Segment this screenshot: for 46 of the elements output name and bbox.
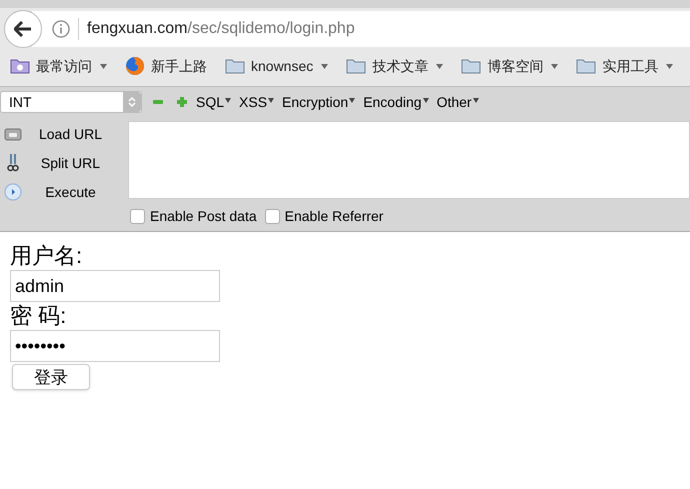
folder-icon [461,58,482,74]
url-textarea[interactable] [128,121,690,199]
bookmark-item[interactable]: knownsec [225,56,328,76]
info-icon [52,20,70,38]
drive-icon [4,126,22,142]
folder-icon [225,58,245,74]
password-label: 密 码: [10,302,66,330]
bookmark-item[interactable]: 实用工具 [576,56,674,76]
menu-button[interactable]: Encoding [363,92,429,112]
caret-icon [349,98,356,102]
type-select[interactable]: INT [0,91,142,113]
caret-icon [225,98,232,102]
back-button[interactable] [4,10,42,48]
caret-icon [422,98,429,102]
caret-icon [268,98,274,102]
checkbox[interactable] [264,208,280,224]
url-text: fengxuan.com/sec/sqlidemo/login.php [87,19,355,39]
action-button[interactable]: Split URL [0,152,128,174]
bookmark-item[interactable]: 技术文章 [346,56,444,76]
menu-button[interactable]: SQL [196,92,232,112]
caret-icon [472,98,479,102]
checkbox-label: Enable Referrer [284,206,384,226]
bookmark-item[interactable]: 博客空间 [461,56,558,76]
menu-button[interactable]: XSS [239,92,274,112]
password-field[interactable]: •••••••• [10,330,220,362]
login-button[interactable]: 登录 [12,364,90,390]
bookmark-item[interactable]: 新手上路 [125,56,207,76]
menu-button[interactable]: Encryption [282,92,356,112]
folder-icon [576,58,596,74]
action-button[interactable]: Load URL [0,123,128,145]
plus-icon[interactable] [176,96,188,108]
username-label: 用户名: [10,242,82,270]
bookmark-item[interactable]: 最常访问 [10,56,107,76]
folder-icon [346,58,366,74]
folder-gear-icon [10,58,30,74]
menu-button[interactable]: Other [436,92,479,112]
address-bar[interactable]: fengxuan.com/sec/sqlidemo/login.php [32,11,690,47]
checkbox-label: Enable Post data [150,206,257,226]
checkbox[interactable] [130,208,145,224]
username-field[interactable]: admin [10,270,220,302]
action-button[interactable]: Execute [0,181,128,203]
globe-icon [125,56,145,76]
scissors-icon [7,153,19,173]
updown-icon [128,96,136,108]
back-arrow-icon [14,21,32,37]
play-icon [4,183,22,201]
